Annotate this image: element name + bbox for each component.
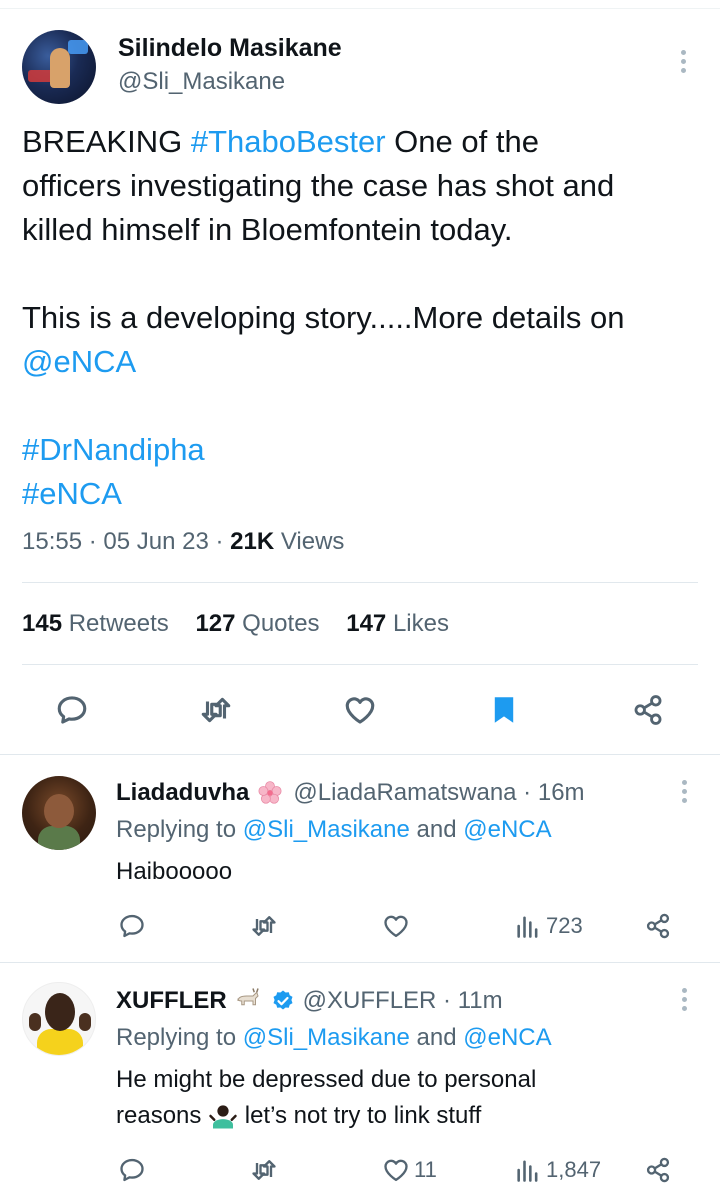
goat-icon bbox=[233, 986, 263, 1016]
divider bbox=[22, 582, 698, 583]
reply-action-bar: 11 1,847 bbox=[0, 1152, 720, 1188]
analytics-icon bbox=[517, 916, 538, 938]
reply-icon bbox=[57, 696, 87, 724]
tweet-action-bar bbox=[0, 688, 720, 732]
tweet-text-segment: BREAKING bbox=[22, 124, 191, 159]
like-button[interactable] bbox=[382, 908, 410, 944]
mention-link[interactable]: @eNCA bbox=[463, 816, 551, 843]
reply-header: XUFFLER @XUFFLER · 11m bbox=[116, 986, 503, 1016]
share-button[interactable] bbox=[644, 1152, 672, 1188]
reply-avatar[interactable] bbox=[22, 776, 96, 850]
retweet-icon bbox=[201, 697, 231, 723]
views-count: 723 bbox=[546, 913, 583, 938]
more-options-icon[interactable] bbox=[680, 988, 688, 1011]
tweet-text-line: This is a developing story.....More deta… bbox=[22, 300, 625, 335]
reply-time[interactable]: 11m bbox=[458, 987, 503, 1015]
retweet-button[interactable] bbox=[194, 688, 238, 732]
more-options-icon[interactable] bbox=[679, 50, 687, 73]
retweets-stat[interactable]: 145 Retweets bbox=[22, 610, 169, 637]
top-divider bbox=[0, 8, 720, 9]
quotes-stat[interactable]: 127 Quotes bbox=[195, 610, 319, 637]
divider bbox=[22, 664, 698, 665]
reply-author-handle[interactable]: @XUFFLER bbox=[303, 987, 437, 1015]
author-name[interactable]: Silindelo Masikane bbox=[118, 34, 342, 63]
like-button[interactable] bbox=[338, 688, 382, 732]
reply-text-line: reasons let’s not try to link stuff bbox=[116, 1101, 482, 1131]
tweet-text-line: officers investigating the case has shot… bbox=[22, 168, 615, 203]
tweet-text: BREAKING #ThaboBester One of the officer… bbox=[22, 120, 702, 516]
more-options-icon[interactable] bbox=[680, 780, 688, 803]
views-button[interactable]: 723 bbox=[514, 908, 583, 944]
share-icon bbox=[634, 695, 662, 725]
tweet-text-segment: One of the bbox=[385, 124, 539, 159]
reply-author-handle[interactable]: @LiadaRamatswana bbox=[293, 779, 516, 807]
reply-icon bbox=[120, 1158, 144, 1182]
share-button[interactable] bbox=[626, 688, 670, 732]
cherry-blossom-icon bbox=[255, 778, 285, 808]
share-icon bbox=[646, 913, 670, 939]
reply-button[interactable] bbox=[50, 688, 94, 732]
retweet-icon bbox=[252, 916, 276, 936]
retweet-button[interactable] bbox=[250, 908, 278, 944]
reply-icon bbox=[120, 914, 144, 938]
mention-link[interactable]: @eNCA bbox=[22, 344, 136, 379]
replying-to: Replying to @Sli_Masikane and @eNCA bbox=[116, 816, 552, 843]
author-avatar[interactable] bbox=[22, 30, 96, 104]
retweet-icon bbox=[252, 1160, 276, 1180]
replying-to: Replying to @Sli_Masikane and @eNCA bbox=[116, 1024, 552, 1051]
hashtag-link[interactable]: #eNCA bbox=[22, 476, 122, 511]
tweet-stats: 145 Retweets 127 Quotes 147 Likes bbox=[22, 610, 469, 638]
reply-action-bar: 723 bbox=[0, 908, 720, 944]
heart-icon bbox=[345, 697, 375, 724]
reply-text: Haibooooo bbox=[116, 858, 233, 885]
reply-avatar[interactable] bbox=[22, 982, 96, 1056]
views-button[interactable]: 1,847 bbox=[514, 1152, 601, 1188]
mention-link[interactable]: @Sli_Masikane bbox=[243, 816, 410, 843]
retweet-button[interactable] bbox=[250, 1152, 278, 1188]
reply-author-name[interactable]: Liadaduvha bbox=[116, 779, 249, 807]
author-handle[interactable]: @Sli_Masikane bbox=[118, 68, 285, 96]
views-label: Views bbox=[280, 528, 345, 555]
bookmark-filled-icon bbox=[494, 697, 514, 723]
hashtag-link[interactable]: #ThaboBester bbox=[191, 124, 386, 159]
views-count: 1,847 bbox=[546, 1157, 602, 1182]
section-divider bbox=[0, 962, 720, 963]
heart-icon bbox=[384, 1159, 408, 1182]
reply-author-name[interactable]: XUFFLER bbox=[116, 987, 227, 1015]
mention-link[interactable]: @Sli_Masikane bbox=[243, 1024, 410, 1051]
reply-button[interactable] bbox=[118, 1152, 146, 1188]
reply-button[interactable] bbox=[118, 908, 146, 944]
likes-stat[interactable]: 147 Likes bbox=[346, 610, 449, 637]
tweet-meta: 15:55 · 05 Jun 23 · 21K Views bbox=[22, 528, 345, 555]
reply-text: He might be depressed due to personal bbox=[116, 1066, 537, 1093]
tweet-time[interactable]: 15:55 bbox=[22, 528, 82, 555]
analytics-icon bbox=[517, 1160, 538, 1182]
share-icon bbox=[646, 1157, 670, 1183]
likes-count: 11 bbox=[414, 1157, 437, 1182]
tweet-text-line: killed himself in Bloemfontein today. bbox=[22, 212, 513, 247]
reply-time[interactable]: 16m bbox=[538, 779, 585, 807]
person-shrugging-icon bbox=[208, 1101, 238, 1131]
bookmark-button[interactable] bbox=[482, 688, 526, 732]
section-divider bbox=[0, 754, 720, 755]
verified-badge-icon bbox=[273, 990, 293, 1010]
hashtag-link[interactable]: #DrNandipha bbox=[22, 432, 205, 467]
heart-icon bbox=[384, 915, 408, 938]
like-button[interactable]: 11 bbox=[382, 1152, 437, 1188]
avatar-decor bbox=[68, 40, 88, 54]
views-count: 21K bbox=[230, 528, 275, 555]
mention-link[interactable]: @eNCA bbox=[463, 1024, 551, 1051]
share-button[interactable] bbox=[644, 908, 672, 944]
tweet-date[interactable]: 05 Jun 23 bbox=[103, 528, 208, 555]
avatar-figure bbox=[50, 48, 70, 88]
reply-header: Liadaduvha @LiadaRamatswana · 16m bbox=[116, 778, 585, 808]
